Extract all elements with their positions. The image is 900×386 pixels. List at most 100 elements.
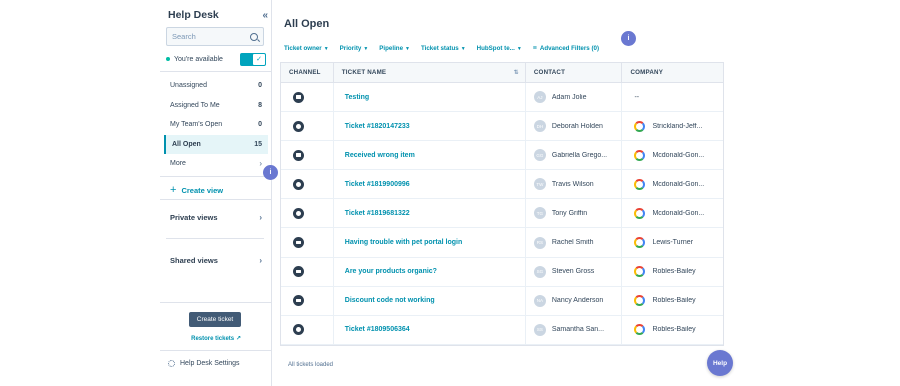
- ticket-link[interactable]: Ticket #1819900996: [342, 181, 410, 188]
- divider: [160, 199, 271, 200]
- view-my-teams-open[interactable]: My Team's Open 0: [164, 115, 268, 135]
- contact-avatar: NA: [533, 294, 546, 307]
- info-icon[interactable]: i: [621, 31, 636, 46]
- ticket-link[interactable]: Ticket #1820147233: [342, 123, 410, 130]
- contact-name[interactable]: Adam Jolie: [552, 94, 587, 101]
- settings-label: Help Desk Settings: [180, 360, 240, 367]
- channel-cell: [281, 257, 334, 286]
- view-count: 15: [254, 140, 262, 148]
- search-input[interactable]: Search: [166, 27, 264, 46]
- contact-cell: TG Tony Griffin: [526, 199, 623, 228]
- view-assigned-to-me[interactable]: Assigned To Me 8: [164, 96, 268, 116]
- ticket-name-cell: Received wrong item: [334, 141, 526, 170]
- column-header-channel[interactable]: CHANNEL: [281, 63, 334, 82]
- sidebar-title: Help Desk: [168, 9, 219, 21]
- channel-cell: [281, 170, 334, 199]
- contact-name[interactable]: Tony Griffin: [552, 210, 587, 217]
- shared-views-toggle[interactable]: Shared views ›: [170, 256, 262, 265]
- advanced-filters-button[interactable]: ≡ Advanced Filters (0): [533, 45, 599, 52]
- company-cell: Mcdonald-Gon...: [622, 141, 723, 169]
- table-row[interactable]: Having trouble with pet portal login RS …: [281, 228, 723, 258]
- caret-down-icon: ▼: [516, 45, 522, 52]
- contact-name[interactable]: Travis Wilson: [552, 181, 594, 188]
- view-all-open[interactable]: All Open 15: [164, 134, 268, 154]
- contact-name[interactable]: Steven Gross: [552, 268, 594, 275]
- column-header-contact[interactable]: CONTACT: [526, 63, 623, 82]
- create-ticket-button[interactable]: Create ticket: [189, 312, 241, 327]
- create-view-button[interactable]: + Create view: [170, 184, 223, 196]
- table-body: Testing AJ Adam Jolie -- Ticket #1820147…: [281, 83, 723, 345]
- table-header: CHANNEL TICKET NAME ⇅ CONTACT COMPANY: [281, 63, 723, 83]
- filter-priority[interactable]: Priority ▼: [340, 45, 369, 52]
- caret-down-icon: ▼: [323, 45, 329, 52]
- sort-icon: ⇅: [513, 70, 519, 76]
- info-icon[interactable]: i: [263, 165, 278, 180]
- create-view-label: Create view: [181, 185, 224, 195]
- ticket-link[interactable]: Are your products organic?: [342, 268, 437, 275]
- company-name: Lewis-Turner: [652, 239, 694, 247]
- column-header-ticket-name[interactable]: TICKET NAME ⇅: [334, 63, 526, 82]
- filter-hubspot-team[interactable]: HubSpot te... ▼: [477, 45, 522, 52]
- filter-label: Ticket owner: [284, 44, 322, 52]
- availability-status-dot: [166, 57, 170, 61]
- google-logo-icon: [634, 237, 646, 249]
- contact-avatar: TW: [533, 178, 546, 191]
- view-label: Unassigned: [170, 82, 207, 90]
- table-row[interactable]: Testing AJ Adam Jolie --: [281, 83, 723, 113]
- private-views-toggle[interactable]: Private views ›: [170, 213, 262, 222]
- table-row[interactable]: Ticket #1819900996 TW Travis Wilson Mcdo…: [281, 170, 723, 200]
- contact-avatar: AJ: [533, 91, 546, 104]
- view-count: 0: [258, 121, 262, 129]
- caret-down-icon: ▼: [405, 45, 410, 52]
- ticket-link[interactable]: Discount code not working: [342, 297, 435, 304]
- availability-toggle[interactable]: ✓: [240, 52, 266, 66]
- company-cell: Strickland-Jeff...: [622, 112, 723, 140]
- search-icon: [250, 32, 258, 41]
- view-label: My Team's Open: [170, 121, 223, 129]
- channel-cell: [281, 315, 334, 344]
- chat-channel-icon: [293, 120, 304, 132]
- restore-tickets-link[interactable]: Restore tickets ↗: [189, 335, 243, 342]
- email-channel-icon: [293, 237, 304, 249]
- checkmark-icon: ✓: [253, 53, 265, 65]
- page-title: All Open: [284, 18, 330, 30]
- company-cell: --: [622, 83, 723, 111]
- ticket-link[interactable]: Ticket #1809506364: [342, 326, 410, 333]
- google-logo-icon: [634, 324, 646, 336]
- table-row[interactable]: Ticket #1820147233 DH Deborah Holden Str…: [281, 112, 723, 142]
- tickets-table: CHANNEL TICKET NAME ⇅ CONTACT COMPANY Te…: [280, 62, 724, 346]
- ticket-link[interactable]: Ticket #1819681322: [342, 210, 410, 217]
- table-row[interactable]: Ticket #1819681322 TG Tony Griffin Mcdon…: [281, 199, 723, 229]
- help-desk-sidebar: Help Desk « Search You're available ✓ Un…: [160, 0, 272, 386]
- contact-name[interactable]: Deborah Holden: [552, 123, 603, 130]
- contact-name[interactable]: Samantha San...: [552, 326, 604, 333]
- filter-label: Ticket status: [420, 44, 459, 52]
- divider: [160, 71, 271, 72]
- table-row[interactable]: Are your products organic? SG Steven Gro…: [281, 257, 723, 287]
- ticket-name-cell: Testing: [334, 83, 526, 112]
- collapse-sidebar-icon[interactable]: «: [262, 10, 268, 21]
- caret-down-icon: ▼: [460, 45, 466, 52]
- help-button[interactable]: Help: [707, 350, 733, 376]
- table-row[interactable]: Discount code not working NA Nancy Ander…: [281, 286, 723, 316]
- divider: [160, 302, 271, 303]
- ticket-link[interactable]: Testing: [342, 94, 369, 101]
- column-header-company[interactable]: COMPANY: [622, 63, 723, 82]
- ticket-link[interactable]: Received wrong item: [342, 152, 415, 159]
- filter-ticket-owner[interactable]: Ticket owner ▼: [284, 45, 329, 52]
- table-row[interactable]: Ticket #1809506364 SS Samantha San... Ro…: [281, 315, 723, 345]
- view-label: Assigned To Me: [170, 101, 220, 109]
- view-more[interactable]: More ›: [164, 154, 268, 174]
- contact-name[interactable]: Gabriella Grego...: [552, 152, 607, 159]
- view-unassigned[interactable]: Unassigned 0: [164, 76, 268, 96]
- channel-cell: [281, 228, 334, 257]
- ticket-link[interactable]: Having trouble with pet portal login: [342, 239, 462, 246]
- filter-pipeline[interactable]: Pipeline ▼: [379, 45, 410, 52]
- table-row[interactable]: Received wrong item GG Gabriella Grego..…: [281, 141, 723, 171]
- help-desk-settings-link[interactable]: Help Desk Settings: [168, 360, 240, 367]
- contact-name[interactable]: Nancy Anderson: [552, 297, 603, 304]
- restore-tickets-label: Restore tickets: [191, 336, 235, 342]
- search-placeholder: Search: [172, 32, 196, 41]
- contact-name[interactable]: Rachel Smith: [552, 239, 594, 246]
- filter-ticket-status[interactable]: Ticket status ▼: [421, 45, 466, 52]
